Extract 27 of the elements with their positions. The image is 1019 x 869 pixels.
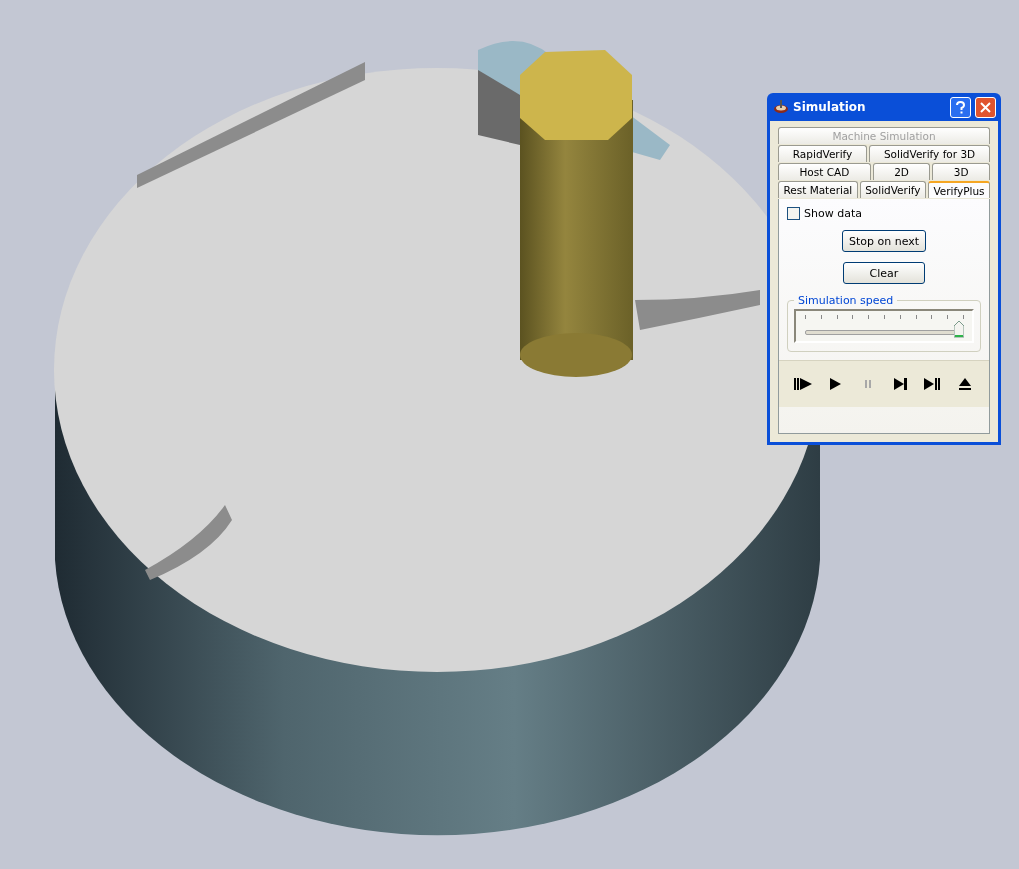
machine-app-icon xyxy=(773,100,789,114)
skip-next-icon xyxy=(893,378,907,390)
step-play-icon xyxy=(794,378,813,390)
clear-button[interactable]: Clear xyxy=(843,262,925,284)
tab[interactable]: SolidVerify xyxy=(859,181,926,198)
tab[interactable]: 2D xyxy=(872,163,931,180)
help-icon xyxy=(956,100,965,114)
tab[interactable]: RapidVerify xyxy=(778,145,868,162)
speed-slider[interactable] xyxy=(794,309,974,343)
tab[interactable]: Host CAD xyxy=(778,163,871,180)
stop-on-next-button[interactable]: Stop on next xyxy=(841,230,927,252)
help-button[interactable] xyxy=(950,96,971,118)
play-icon xyxy=(830,378,841,390)
tab[interactable]: VerifyPlus xyxy=(928,181,990,198)
eject-icon xyxy=(958,378,971,390)
group-label: Simulation speed xyxy=(797,294,895,307)
slider-thumb[interactable] xyxy=(953,321,964,338)
window-title: Simulation xyxy=(793,100,867,114)
checkbox-label: Show data xyxy=(804,207,862,220)
tab[interactable]: Rest Material xyxy=(778,181,858,198)
play-end-icon xyxy=(924,378,941,390)
close-icon xyxy=(980,101,991,113)
pause-icon xyxy=(864,380,871,388)
tab[interactable]: SolidVerify for 3D xyxy=(869,145,990,162)
close-button[interactable] xyxy=(975,96,996,118)
checkbox[interactable] xyxy=(787,207,800,220)
tab[interactable]: 3D xyxy=(932,163,990,180)
